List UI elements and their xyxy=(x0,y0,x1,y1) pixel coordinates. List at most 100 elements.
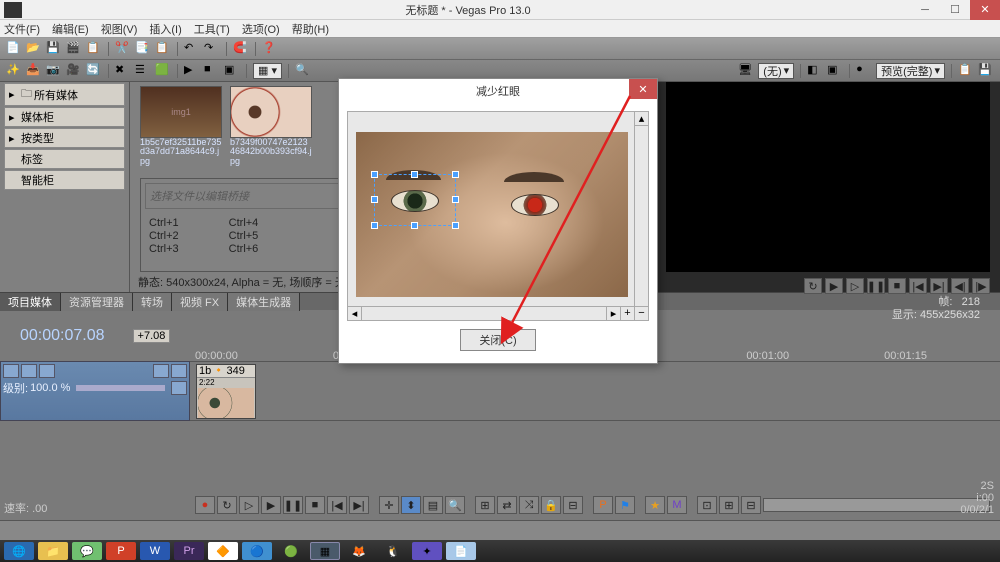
tree-all-media[interactable]: ▸🗀 所有媒体 xyxy=(4,83,125,106)
resize-handle[interactable] xyxy=(452,196,459,203)
stop-icon[interactable]: ■ xyxy=(888,278,906,294)
marker-p-icon[interactable]: P xyxy=(593,496,613,514)
task-qq-icon[interactable]: 🐧 xyxy=(378,542,408,560)
tab-explorer[interactable]: 资源管理器 xyxy=(61,293,133,311)
task-premiere-icon[interactable]: Pr xyxy=(174,542,204,560)
dialog-titlebar[interactable]: 减少红眼 ✕ xyxy=(339,79,657,103)
render-icon[interactable]: 🎬 xyxy=(66,41,82,57)
auto-xfade-icon[interactable]: ⤨ xyxy=(519,496,539,514)
task-vegas-icon[interactable]: ▦ xyxy=(310,542,340,560)
refresh-icon[interactable]: 🔄 xyxy=(86,63,102,79)
save-frame-icon[interactable]: 💾 xyxy=(978,63,994,79)
tree-smart[interactable]: 智能柜 xyxy=(4,170,125,190)
cut-icon[interactable]: ✂️ xyxy=(115,41,131,57)
grid-b-icon[interactable]: ⊞ xyxy=(719,496,739,514)
prev-frame-icon[interactable]: ◀| xyxy=(951,278,969,294)
stop-icon[interactable]: ■ xyxy=(204,63,220,79)
autoplay-icon[interactable]: ▣ xyxy=(224,63,240,79)
overlay-icon[interactable]: ▣ xyxy=(827,63,843,79)
split-icon[interactable]: ◧ xyxy=(807,63,823,79)
snap-icon[interactable]: 🧲 xyxy=(233,41,249,57)
play-start-icon[interactable]: ▷ xyxy=(239,496,259,514)
scroll-left-icon[interactable]: ◂ xyxy=(348,307,362,320)
task-app-icon[interactable]: 🌐 xyxy=(4,542,34,560)
search-icon[interactable]: 🔍 xyxy=(295,63,311,79)
select-icon[interactable]: ▤ xyxy=(423,496,443,514)
resize-handle[interactable] xyxy=(452,171,459,178)
tab-transitions[interactable]: 转场 xyxy=(133,293,172,311)
loop-icon[interactable]: ↻ xyxy=(217,496,237,514)
menu-help[interactable]: 帮助(H) xyxy=(292,21,329,37)
scroll-up-icon[interactable]: ▴ xyxy=(635,112,648,126)
menu-edit[interactable]: 编辑(E) xyxy=(52,21,89,37)
minimize-button[interactable]: ─ xyxy=(910,0,940,20)
none-combo[interactable]: (无) ▾ xyxy=(758,63,794,79)
level-slider[interactable] xyxy=(76,385,165,391)
tree-tags[interactable]: 标签 xyxy=(4,149,125,169)
marker-flag-icon[interactable]: ⚑ xyxy=(615,496,635,514)
zoom-out-icon[interactable]: − xyxy=(634,307,648,321)
task-chrome-icon[interactable]: 🟢 xyxy=(276,542,306,560)
track-solo-icon[interactable] xyxy=(171,364,187,378)
dialog-close-action-button[interactable]: 关闭(C) xyxy=(460,329,535,351)
go-end-icon[interactable]: ▶| xyxy=(349,496,369,514)
dialog-hscroll[interactable]: ◂ ▸ + − xyxy=(348,306,648,320)
task-app5-icon[interactable]: 📄 xyxy=(446,542,476,560)
track-mute-icon[interactable] xyxy=(153,364,169,378)
import-icon[interactable]: 📥 xyxy=(26,63,42,79)
task-wechat-icon[interactable]: 💬 xyxy=(72,542,102,560)
task-app4-icon[interactable]: ✦ xyxy=(412,542,442,560)
open-icon[interactable]: 📂 xyxy=(26,41,42,57)
lock-icon[interactable]: 🔒 xyxy=(541,496,561,514)
dialog-image-viewport[interactable]: ▴ ◂ ▸ + − xyxy=(347,111,649,321)
track-more-icon[interactable] xyxy=(171,381,187,395)
end-icon[interactable]: ▶| xyxy=(930,278,948,294)
grid-a-icon[interactable]: ⊡ xyxy=(697,496,717,514)
redo-icon[interactable]: ↷ xyxy=(204,41,220,57)
thumb-item[interactable]: b7349f00747e212346842b00b393cf94.jpg xyxy=(230,86,312,166)
fx-icon[interactable]: 🟩 xyxy=(155,63,171,79)
dialog-close-button[interactable]: ✕ xyxy=(629,79,657,99)
timecode-display[interactable]: 00:00:07.08 xyxy=(0,325,125,347)
zoom-in-icon[interactable]: + xyxy=(620,307,634,321)
m-icon[interactable]: M xyxy=(667,496,687,514)
task-app3-icon[interactable]: 🔵 xyxy=(242,542,272,560)
task-explorer-icon[interactable]: 📁 xyxy=(38,542,68,560)
task-app2-icon[interactable]: 🔶 xyxy=(208,542,238,560)
view-combo[interactable]: ▦ ▾ xyxy=(253,63,282,79)
go-start-icon[interactable]: |◀ xyxy=(327,496,347,514)
delete-icon[interactable]: ✖ xyxy=(115,63,131,79)
star-icon[interactable]: ★ xyxy=(645,496,665,514)
thumb-item[interactable]: img1 1b5c7ef32511be735d3a7dd71a8644c9.jp… xyxy=(140,86,222,166)
maximize-button[interactable]: ☐ xyxy=(940,0,970,20)
normal-edit-icon[interactable]: ✛ xyxy=(379,496,399,514)
play-icon[interactable]: ▶ xyxy=(261,496,281,514)
props-icon[interactable]: ☰ xyxy=(135,63,151,79)
resize-handle[interactable] xyxy=(411,222,418,229)
timeline-scrollbar[interactable] xyxy=(763,498,990,512)
grid-c-icon[interactable]: ⊟ xyxy=(741,496,761,514)
pause-icon[interactable]: ❚❚ xyxy=(867,278,885,294)
track-number-icon[interactable] xyxy=(3,364,19,378)
resize-handle[interactable] xyxy=(411,171,418,178)
play-icon[interactable]: ▶ xyxy=(825,278,843,294)
menu-tools[interactable]: 工具(T) xyxy=(194,21,230,37)
menu-view[interactable]: 视图(V) xyxy=(101,21,138,37)
tree-by-type[interactable]: ▸按类型 xyxy=(4,128,125,148)
timeline-clip[interactable]: 1b🔸349 2:22 xyxy=(196,364,256,419)
next-frame-icon[interactable]: |▶ xyxy=(972,278,990,294)
task-powerpoint-icon[interactable]: P xyxy=(106,542,136,560)
tab-media-gen[interactable]: 媒体生成器 xyxy=(228,293,300,311)
pause-icon[interactable]: ❚❚ xyxy=(283,496,303,514)
tree-media-cabinet[interactable]: ▸媒体柜 xyxy=(4,107,125,127)
scroll-right-icon[interactable]: ▸ xyxy=(606,307,620,320)
resize-handle[interactable] xyxy=(452,222,459,229)
scope-icon[interactable]: ● xyxy=(856,63,872,79)
zoom-icon[interactable]: 🔍 xyxy=(445,496,465,514)
play-start-icon[interactable]: ▷ xyxy=(846,278,864,294)
track-bypass-icon[interactable] xyxy=(21,364,37,378)
help-icon[interactable]: ❓ xyxy=(262,41,278,57)
paste-icon[interactable]: 📋 xyxy=(155,41,171,57)
properties-icon[interactable]: 📋 xyxy=(86,41,102,57)
close-button[interactable]: ✕ xyxy=(970,0,1000,20)
